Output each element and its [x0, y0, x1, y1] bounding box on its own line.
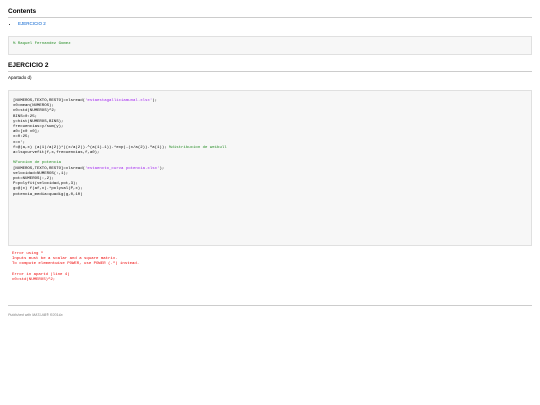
code-text: a=lsqcurvefit(f,x,frecuencias,f,a0); [13, 151, 100, 156]
code-line: potencia_media=quadig(g,0,10) [13, 193, 527, 198]
code-comment: %Funcion de potencia [13, 161, 62, 166]
error-line: c0=std(NUMEROS)^2; [12, 278, 56, 283]
code-text: c0=std(NUMEROS)^2; [13, 109, 57, 114]
toc-item: EJERCICIO 2 [18, 21, 532, 26]
error-output: Error using ^ Inputs must be a scalar and… [12, 252, 139, 283]
code-text: velocidad=NUMEROS(:,1); [13, 171, 69, 176]
code-text: potencia_media=quadig(g,0,10) [13, 192, 83, 197]
code-block: [NUMEROS,TEXTO,RESTO]=xlsread('estaestag… [8, 90, 532, 246]
code-text: y=hist(NUMEROS,BINS); [13, 119, 64, 124]
code-text: [NUMEROS,TEXTO,RESTO]=xlsread( [13, 99, 86, 103]
code-comment: %distribucion de weibull [169, 145, 227, 150]
error-line: To compute elementwise POWER, use POWER … [12, 262, 140, 267]
section-heading: EJERCICIO 2 [8, 62, 532, 72]
table-of-contents: EJERCICIO 2 [8, 21, 532, 26]
code-text: frecuencias=y/sum(y); [13, 125, 64, 130]
code-text: P=polyfit(velocidad,pot,3); [13, 182, 78, 187]
publish-footer: Published with MATLAB® R2014a [8, 313, 63, 317]
code-text: x=0:25; [13, 135, 30, 140]
section-subtitle: Apartado d) [8, 75, 32, 80]
contents-heading: Contents [8, 8, 532, 18]
footer-divider [8, 305, 532, 306]
code-text: BINS=0:25; [13, 114, 38, 119]
code-text: x=x'; [13, 140, 26, 145]
code-text: ); [152, 99, 158, 103]
code-text: a0=[c0 x0]; [13, 130, 40, 135]
author-comment-box: % Raquel Fernandez Gomez [8, 36, 532, 55]
published-document: Contents EJERCICIO 2 % Raquel Fernandez … [8, 8, 532, 317]
code-text: f=@(a,x) (a(1)/a(2))*((x/a(2)).^(a(1)-1)… [13, 145, 170, 150]
code-string: 'estaencto_curva potencia.xlsx' [85, 166, 160, 171]
code-text: g=@(x) f(af,x).*polyval(P,x); [13, 187, 83, 192]
code-text: x0=mean(NUMEROS); [13, 104, 54, 109]
code-string: 'estaestagalliciamunal.xlsx' [85, 99, 153, 103]
code-text: ); [159, 166, 165, 171]
code-text: pot=NUMEROS(:,2); [13, 177, 54, 182]
toc-link-ejercicio-2[interactable]: EJERCICIO 2 [18, 21, 46, 26]
code-text: [NUMEROS,TEXTO,RESTO]=xlsread( [13, 166, 86, 171]
